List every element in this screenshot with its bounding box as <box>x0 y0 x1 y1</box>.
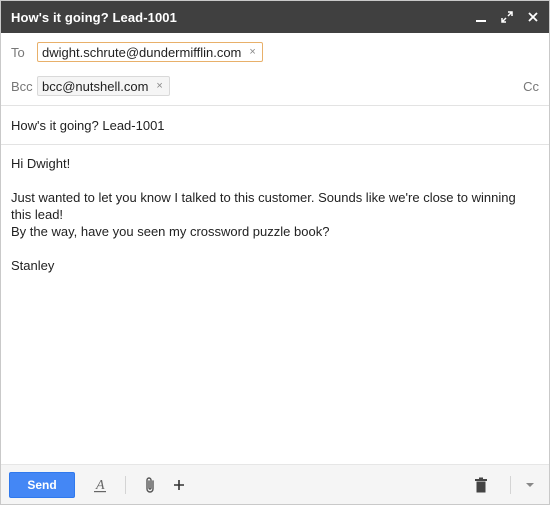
signature-line: Stanley <box>11 258 55 273</box>
window-controls <box>475 11 539 23</box>
right-tools <box>456 474 541 496</box>
minimize-icon[interactable] <box>475 11 487 23</box>
recipient-rows: To dwight.schrute@dundermifflin.com × Bc… <box>1 35 549 103</box>
compose-titlebar[interactable]: How's it going? Lead-1001 <box>1 1 549 33</box>
paperclip-icon[interactable] <box>140 474 162 496</box>
toolbar-separator <box>510 475 511 494</box>
expand-icon[interactable] <box>501 11 513 23</box>
bcc-row: Bcc bcc@nutshell.com × Cc <box>11 69 539 103</box>
cc-link[interactable]: Cc <box>523 79 539 94</box>
to-recipient-address: dwight.schrute@dundermifflin.com <box>42 44 242 60</box>
compose-title: How's it going? Lead-1001 <box>11 9 177 25</box>
remove-recipient-icon[interactable]: × <box>156 80 162 92</box>
greeting-line: Hi Dwight! <box>11 156 71 171</box>
send-button[interactable]: Send <box>9 471 75 498</box>
bcc-recipient-address: bcc@nutshell.com <box>42 78 149 94</box>
subject-field[interactable]: How's it going? Lead-1001 <box>1 106 549 144</box>
remove-recipient-icon[interactable]: × <box>249 46 255 58</box>
plus-icon[interactable] <box>168 474 190 496</box>
message-line: By the way, have you seen my crossword p… <box>11 224 330 239</box>
subject-text: How's it going? Lead-1001 <box>11 117 165 133</box>
bcc-recipient-chip[interactable]: bcc@nutshell.com × <box>37 76 170 96</box>
message-line: Just wanted to let you know I talked to … <box>11 190 516 222</box>
toolbar-separator <box>125 475 126 494</box>
message-paragraph: Just wanted to let you know I talked to … <box>11 189 539 240</box>
trash-icon[interactable] <box>470 474 492 496</box>
bcc-label: Bcc <box>11 78 33 94</box>
to-row: To dwight.schrute@dundermifflin.com × <box>11 35 539 69</box>
text-format-icon[interactable]: A <box>89 474 111 496</box>
close-icon[interactable] <box>527 11 539 23</box>
more-options-icon[interactable] <box>519 474 541 496</box>
to-label: To <box>11 44 25 60</box>
svg-text:A: A <box>95 478 105 493</box>
compose-window: How's it going? Lead-1001 To dwight.schr… <box>0 0 550 505</box>
compose-toolbar: Send A <box>1 464 549 504</box>
to-recipient-chip[interactable]: dwight.schrute@dundermifflin.com × <box>37 42 263 62</box>
message-body[interactable]: Hi Dwight! Just wanted to let you know I… <box>1 145 549 274</box>
